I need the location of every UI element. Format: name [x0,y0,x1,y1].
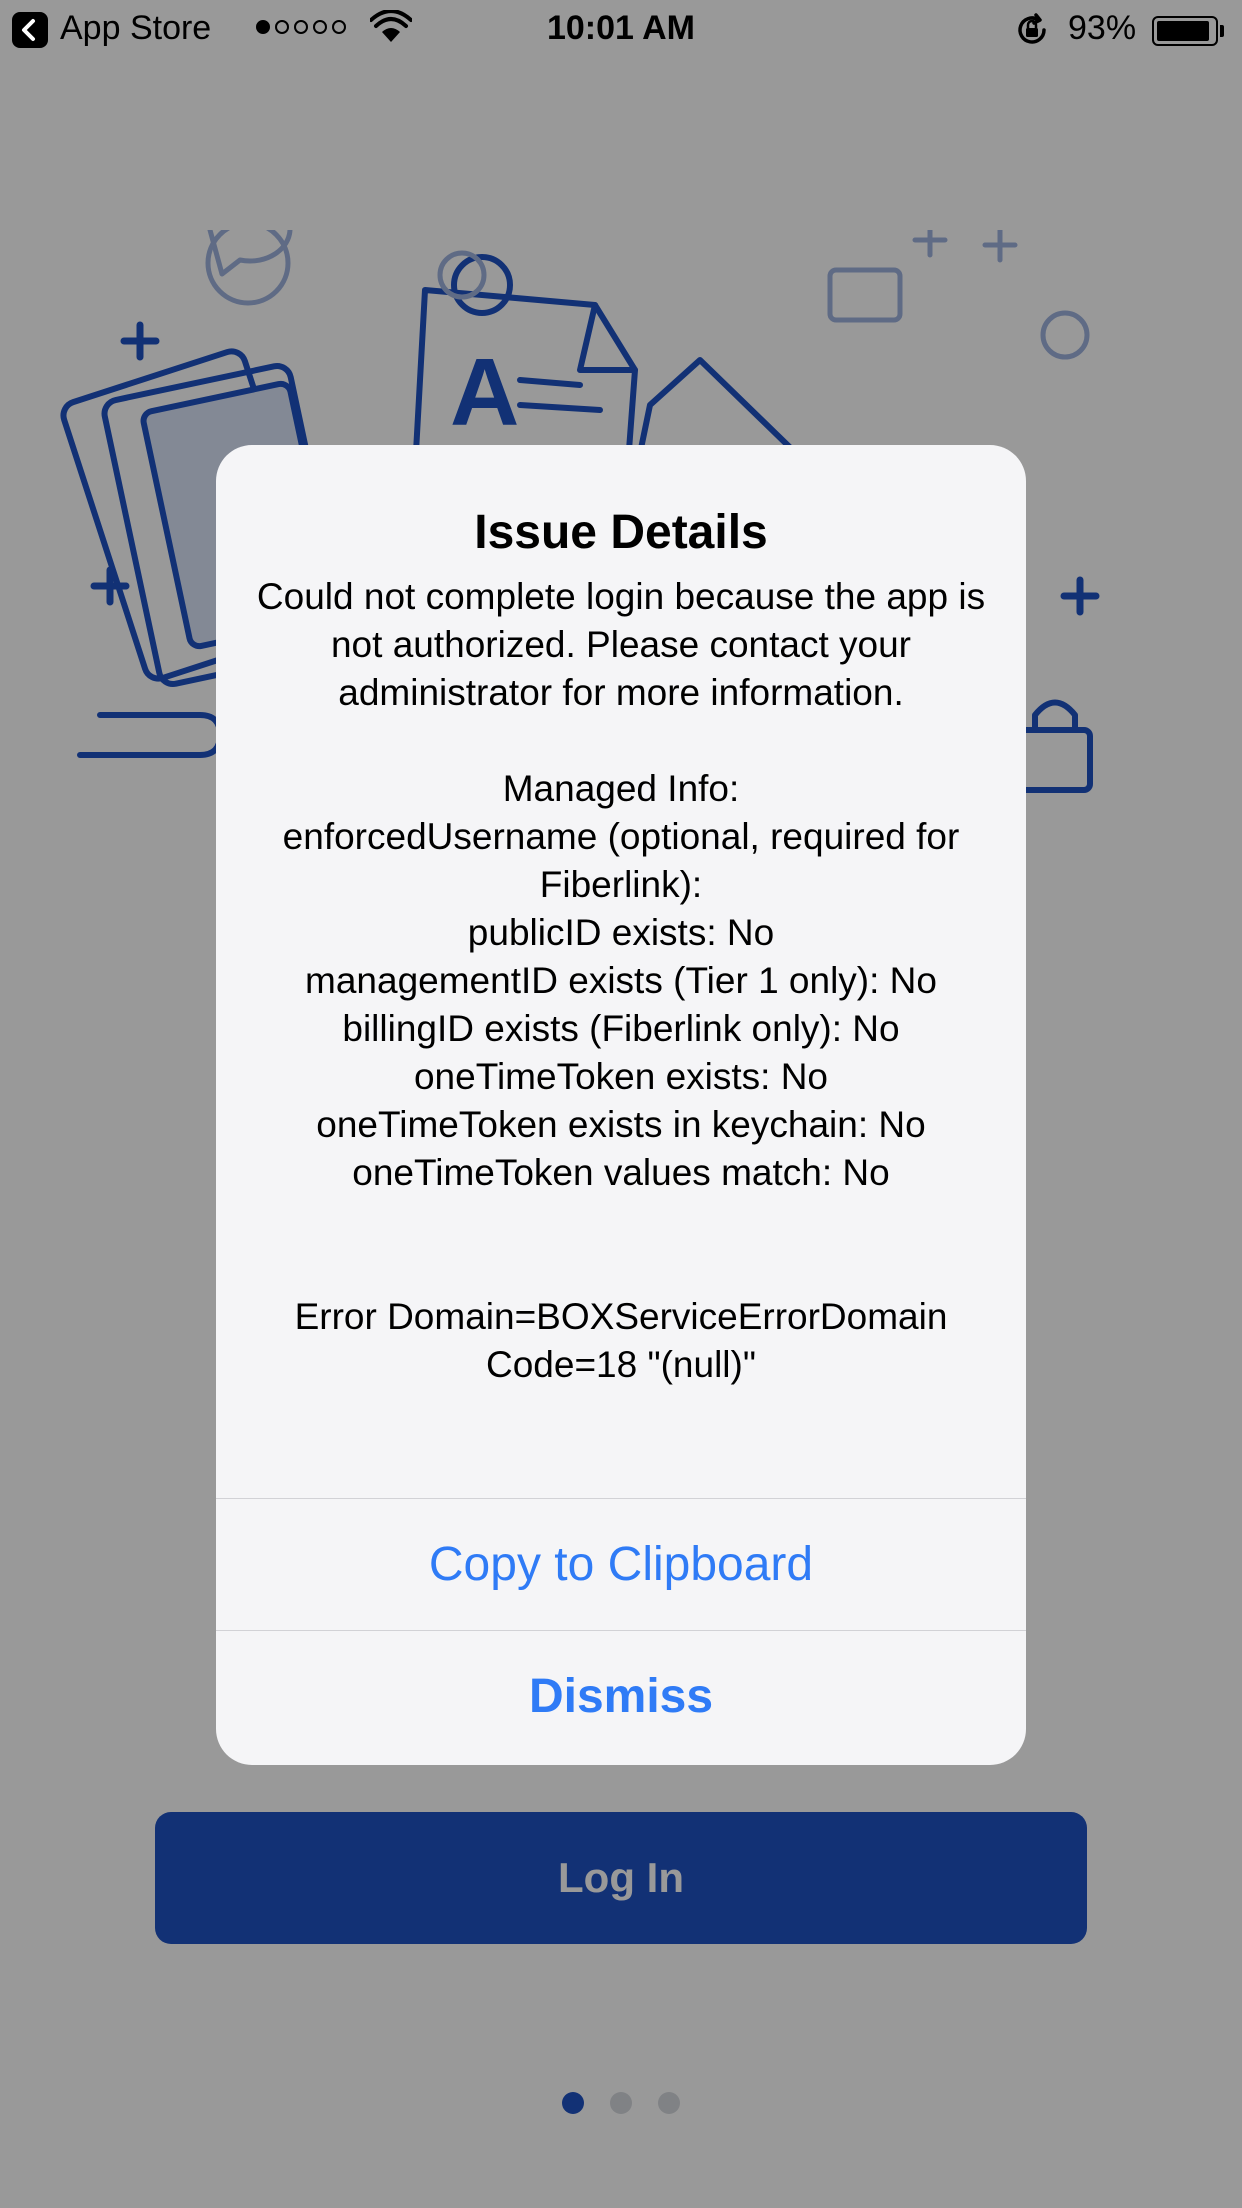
alert-content: Issue Details Could not complete login b… [216,445,1026,1498]
battery-icon [1152,16,1218,46]
copy-to-clipboard-button[interactable]: Copy to Clipboard [216,1498,1026,1630]
alert-message: Could not complete login because the app… [256,576,986,1385]
status-bar: App Store 10:01 AM 93% [0,0,1242,60]
issue-details-alert: Issue Details Could not complete login b… [216,445,1026,1765]
battery-percentage: 93% [1068,9,1137,47]
rotation-lock-icon [1018,13,1046,44]
alert-title: Issue Details [474,506,768,559]
clock: 10:01 AM [546,9,696,47]
dismiss-button[interactable]: Dismiss [216,1630,1026,1762]
battery-cap [1220,25,1224,37]
